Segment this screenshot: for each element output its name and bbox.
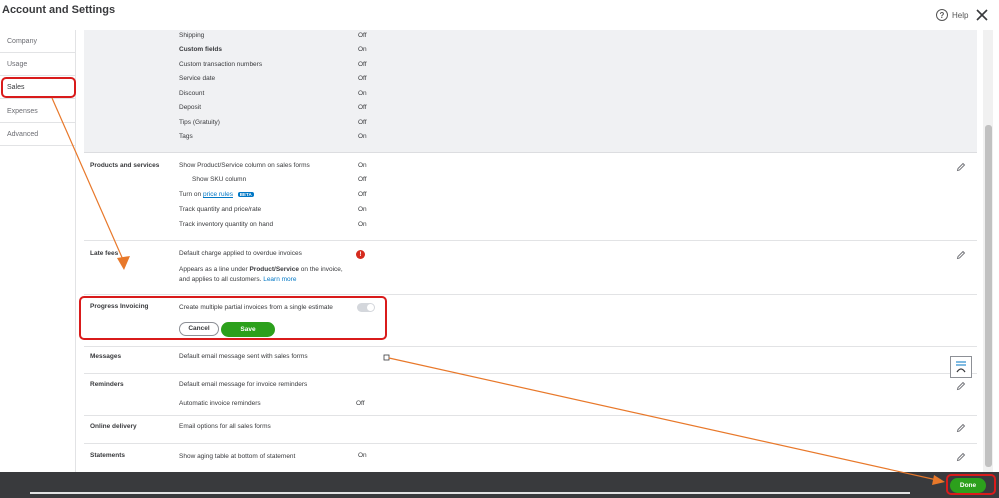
help-label: Help — [952, 10, 969, 20]
form-field-label: Tags — [179, 133, 193, 140]
beta-badge: BETA — [237, 191, 254, 197]
section-divider — [84, 346, 977, 347]
setting-value: On — [358, 221, 367, 228]
form-field-value: Off — [358, 75, 367, 82]
note-bold-text: Product/Service — [249, 266, 299, 273]
scrollbar[interactable] — [983, 30, 993, 472]
sales-form-content-panel: Shipping Off Custom fields On Custom tra… — [84, 30, 977, 153]
header: Account and Settings ? Help — [0, 0, 999, 30]
setting-value: Off — [358, 191, 367, 198]
form-field-value: Off — [358, 104, 367, 111]
statements-label: Show aging table at bottom of statement — [179, 453, 296, 460]
edit-pencil-icon[interactable] — [956, 452, 966, 462]
messages-title: Messages — [90, 353, 122, 360]
note-text: Appears as a line under — [179, 266, 248, 273]
settings-content: Shipping Off Custom fields On Custom tra… — [84, 30, 979, 472]
scrollbar-thumb[interactable] — [985, 125, 992, 467]
online-delivery-label: Email options for all sales forms — [179, 423, 271, 430]
section-divider — [84, 415, 977, 416]
form-field-label: Discount — [179, 90, 205, 97]
progress-invoicing-highlight-box — [79, 296, 387, 340]
messages-label: Default email message sent with sales fo… — [179, 353, 308, 360]
form-field-label: Service date — [179, 75, 216, 82]
footer-bar: Done — [0, 472, 999, 498]
form-field-label: Shipping — [179, 32, 205, 39]
setting-label: Turn on — [179, 191, 202, 198]
statements-value: On — [358, 452, 367, 459]
note-text: on the invoice, — [300, 266, 343, 273]
form-field-label: Custom transaction numbers — [179, 61, 263, 68]
form-field-value: Off — [358, 119, 367, 126]
statements-title: Statements — [90, 452, 126, 459]
setting-label: Track quantity and price/rate — [179, 206, 262, 213]
section-divider — [84, 373, 977, 374]
form-field-label: Deposit — [179, 104, 202, 111]
close-icon[interactable] — [975, 8, 989, 22]
form-field-value: Off — [358, 61, 367, 68]
section-divider — [84, 443, 977, 444]
edit-pencil-icon[interactable] — [956, 162, 966, 172]
warning-icon: ! — [356, 250, 365, 259]
edit-pencil-icon[interactable] — [956, 423, 966, 433]
sidebar-item-usage[interactable]: Usage — [0, 53, 76, 76]
note-text: and applies to all customers. — [179, 276, 262, 283]
form-field-value: On — [358, 133, 367, 140]
form-field-label: Custom fields — [179, 46, 222, 53]
sales-highlight-box — [1, 77, 76, 98]
form-field-label: Tips (Gratuity) — [179, 119, 220, 126]
setting-label: Track inventory quantity on hand — [179, 221, 274, 228]
section-divider — [84, 240, 977, 241]
footer-divider — [30, 492, 910, 494]
price-rules-link[interactable]: price rules — [203, 191, 233, 198]
help-icon: ? — [936, 9, 948, 21]
setting-value: On — [358, 206, 367, 213]
help-button[interactable]: ? Help — [936, 9, 968, 21]
form-field-value: On — [358, 46, 367, 53]
setting-label: Show SKU column — [192, 176, 247, 183]
setting-value: Off — [358, 176, 367, 183]
sidebar-item-expenses[interactable]: Expenses — [0, 100, 76, 123]
edit-pencil-icon[interactable] — [956, 250, 966, 260]
learn-more-link[interactable]: Learn more — [263, 276, 296, 283]
reminders-title: Reminders — [90, 381, 124, 388]
document-icon — [956, 361, 966, 373]
late-fees-note: Appears as a line under Product/Service … — [179, 266, 343, 273]
edit-pencil-icon[interactable] — [956, 381, 966, 391]
setting-value: On — [358, 162, 367, 169]
feedback-widget-icon[interactable] — [950, 356, 972, 378]
form-field-value: On — [358, 90, 367, 97]
online-delivery-title: Online delivery — [90, 423, 137, 430]
sidebar-item-company[interactable]: Company — [0, 30, 76, 53]
form-field-value: Off — [358, 32, 367, 39]
late-fees-title: Late fees — [90, 250, 119, 257]
late-fees-label: Default charge applied to overdue invoic… — [179, 250, 302, 257]
late-fees-note-line2: and applies to all customers. Learn more — [179, 276, 296, 283]
page-title: Account and Settings — [2, 4, 116, 16]
done-highlight-box — [946, 474, 996, 495]
setting-label: Show Product/Service column on sales for… — [179, 162, 310, 169]
reminders-auto-value: Off — [356, 400, 365, 407]
reminders-auto-label: Automatic invoice reminders — [179, 400, 261, 407]
sidebar-item-advanced[interactable]: Advanced — [0, 123, 76, 146]
reminders-label: Default email message for invoice remind… — [179, 381, 308, 388]
price-rules-row: Turn on price rules BETA — [179, 191, 254, 198]
products-services-title: Products and services — [90, 162, 160, 169]
